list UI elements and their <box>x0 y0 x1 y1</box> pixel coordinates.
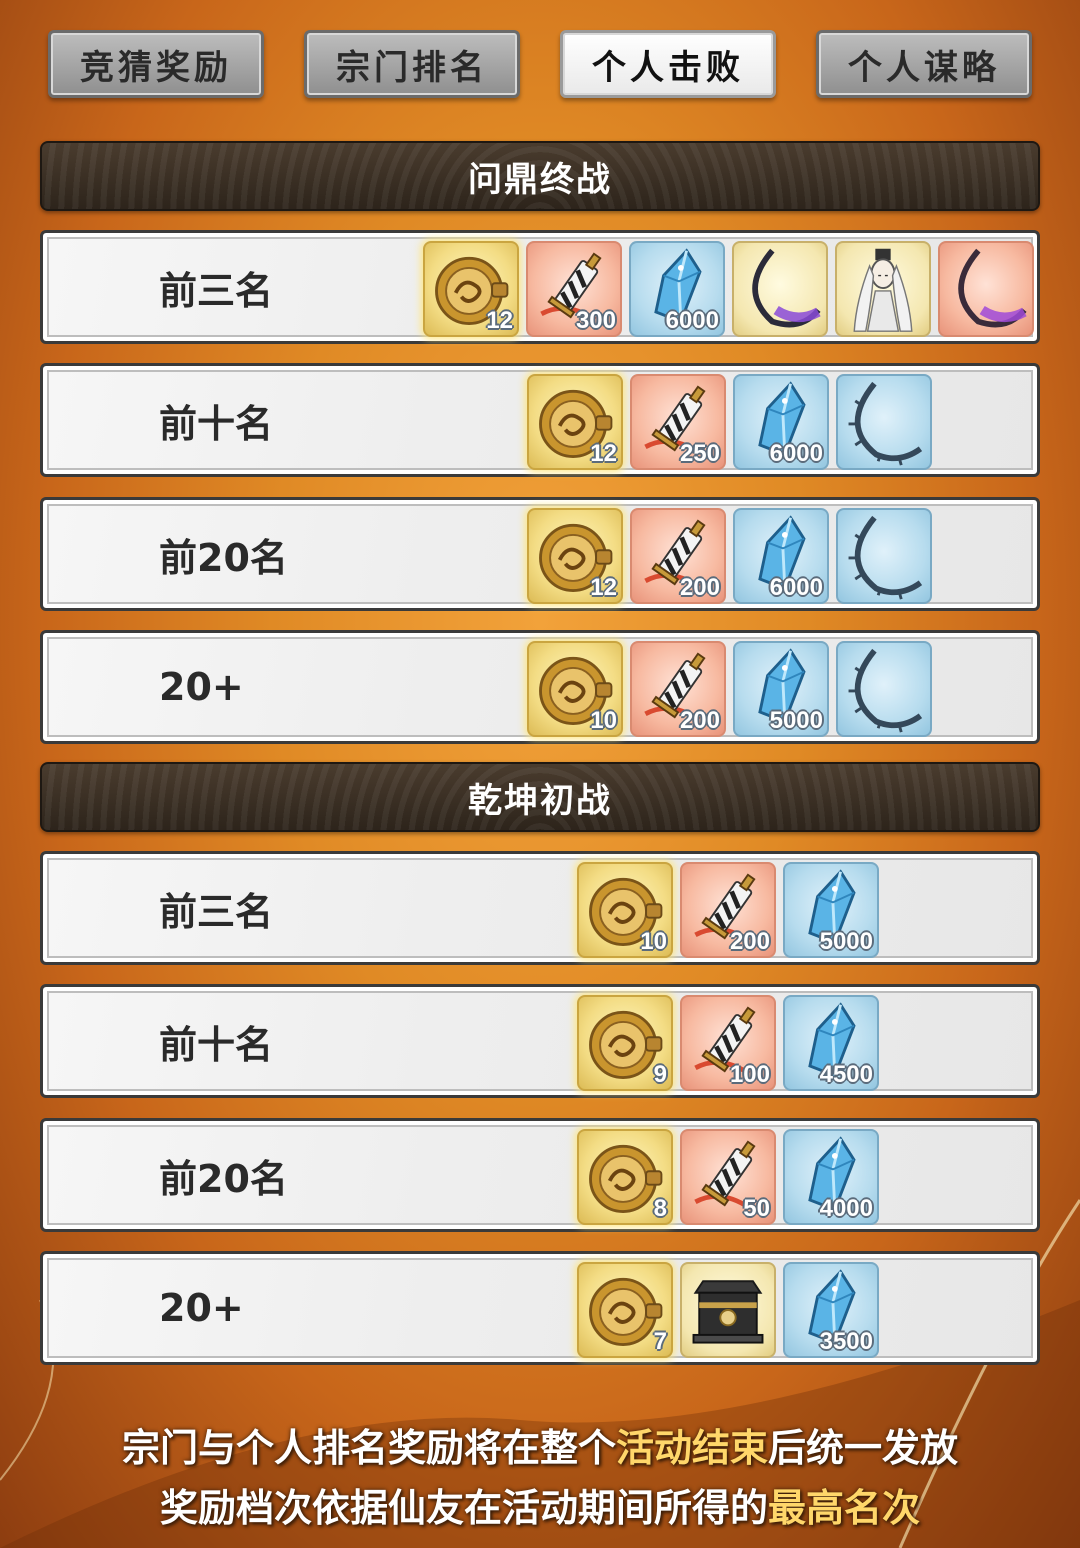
reward-item[interactable]: 4000 <box>783 1129 879 1225</box>
reward-item[interactable]: 10 <box>577 862 673 958</box>
reward-row: 前十名 9 100 4500 <box>40 984 1040 1098</box>
reward-item[interactable]: 9 <box>577 995 673 1091</box>
reward-item[interactable]: 6000 <box>733 374 829 470</box>
reward-item[interactable]: 5000 <box>783 862 879 958</box>
footer-line-2: 奖励档次依据仙友在活动期间所得的最高名次 <box>0 1478 1080 1538</box>
tab-2[interactable]: 宗门排名 <box>304 30 520 98</box>
reward-item[interactable]: 12 <box>527 508 623 604</box>
section-title: 乾坤初战 <box>468 780 612 821</box>
reward-row: 前十名 12 250 6000 <box>40 363 1040 477</box>
reward-item[interactable]: 100 <box>680 995 776 1091</box>
section-header: 问鼎终战 <box>40 141 1040 211</box>
reward-item[interactable]: 4500 <box>783 995 879 1091</box>
footer-line-1: 宗门与个人排名奖励将在整个活动结束后统一发放 <box>0 1418 1080 1478</box>
item-count: 100 <box>729 1061 770 1088</box>
item-count: 200 <box>729 928 770 955</box>
reward-item[interactable]: 3500 <box>783 1262 879 1358</box>
reward-item[interactable]: 7 <box>577 1262 673 1358</box>
item-count: 12 <box>486 307 513 334</box>
rank-label: 前20名 <box>159 535 288 580</box>
tab-1[interactable]: 竞猜奖励 <box>48 30 264 98</box>
item-count: 8 <box>653 1195 667 1222</box>
item-count: 200 <box>679 574 720 601</box>
reward-item[interactable]: 12 <box>423 241 519 337</box>
item-count: 50 <box>743 1195 770 1222</box>
footer-highlight: 最高名次 <box>768 1486 921 1530</box>
reward-item[interactable]: 6000 <box>629 241 725 337</box>
reward-row: 前20名 8 50 4000 <box>40 1118 1040 1232</box>
tab-4[interactable]: 个人谋略 <box>816 30 1032 98</box>
section-title: 问鼎终战 <box>468 159 612 200</box>
footer-text: 奖励档次依据仙友在活动期间所得的 <box>159 1486 768 1530</box>
footer-text: 宗门与个人排名奖励将在整个 <box>121 1426 616 1470</box>
item-count: 3500 <box>819 1328 873 1355</box>
item-count: 4000 <box>819 1195 873 1222</box>
reward-item[interactable] <box>836 374 932 470</box>
reward-row: 前三名 12 300 6000 <box>40 230 1040 344</box>
reward-row: 20+ 7 3500 <box>40 1251 1040 1365</box>
item-count: 300 <box>575 307 616 334</box>
footer-notice: 宗门与个人排名奖励将在整个活动结束后统一发放 奖励档次依据仙友在活动期间所得的最… <box>0 1418 1080 1538</box>
reward-item[interactable]: 300 <box>526 241 622 337</box>
footer-highlight: 活动结束 <box>615 1426 768 1470</box>
reward-item[interactable] <box>836 508 932 604</box>
reward-item[interactable] <box>938 241 1034 337</box>
item-count: 12 <box>590 574 617 601</box>
reward-item[interactable]: 200 <box>630 641 726 737</box>
item-count: 9 <box>653 1061 667 1088</box>
tab-3[interactable]: 个人击败 <box>560 30 776 98</box>
rank-label: 前十名 <box>159 1022 274 1067</box>
item-count: 6000 <box>665 307 719 334</box>
reward-item[interactable] <box>680 1262 776 1358</box>
item-count: 6000 <box>769 574 823 601</box>
reward-item[interactable] <box>836 641 932 737</box>
reward-item[interactable]: 10 <box>527 641 623 737</box>
item-count: 12 <box>590 440 617 467</box>
reward-item[interactable]: 12 <box>527 374 623 470</box>
tab-bar: 竞猜奖励 宗门排名 个人击败 个人谋略 <box>48 30 1032 100</box>
rank-label: 前三名 <box>159 268 274 313</box>
reward-item[interactable]: 250 <box>630 374 726 470</box>
footer-text: 后统一发放 <box>768 1426 959 1470</box>
rank-label: 20+ <box>159 1286 244 1330</box>
item-count: 5000 <box>819 928 873 955</box>
rank-label: 前十名 <box>159 401 274 446</box>
reward-item[interactable]: 200 <box>630 508 726 604</box>
reward-item[interactable]: 5000 <box>733 641 829 737</box>
rank-label: 20+ <box>159 665 244 709</box>
reward-item[interactable] <box>732 241 828 337</box>
rank-label: 前三名 <box>159 889 274 934</box>
item-count: 10 <box>590 707 617 734</box>
reward-item[interactable]: 200 <box>680 862 776 958</box>
item-count: 6000 <box>769 440 823 467</box>
item-count: 4500 <box>819 1061 873 1088</box>
section-header: 乾坤初战 <box>40 762 1040 832</box>
reward-item[interactable]: 50 <box>680 1129 776 1225</box>
item-count: 250 <box>679 440 720 467</box>
reward-item[interactable]: 8 <box>577 1129 673 1225</box>
reward-item[interactable] <box>835 241 931 337</box>
item-count: 7 <box>653 1328 667 1355</box>
reward-row: 20+ 10 200 5000 <box>40 630 1040 744</box>
item-count: 200 <box>679 707 720 734</box>
reward-row: 前三名 10 200 5000 <box>40 851 1040 965</box>
reward-row: 前20名 12 200 6000 <box>40 497 1040 611</box>
rank-label: 前20名 <box>159 1156 288 1201</box>
item-count: 10 <box>640 928 667 955</box>
reward-item[interactable]: 6000 <box>733 508 829 604</box>
item-count: 5000 <box>769 707 823 734</box>
